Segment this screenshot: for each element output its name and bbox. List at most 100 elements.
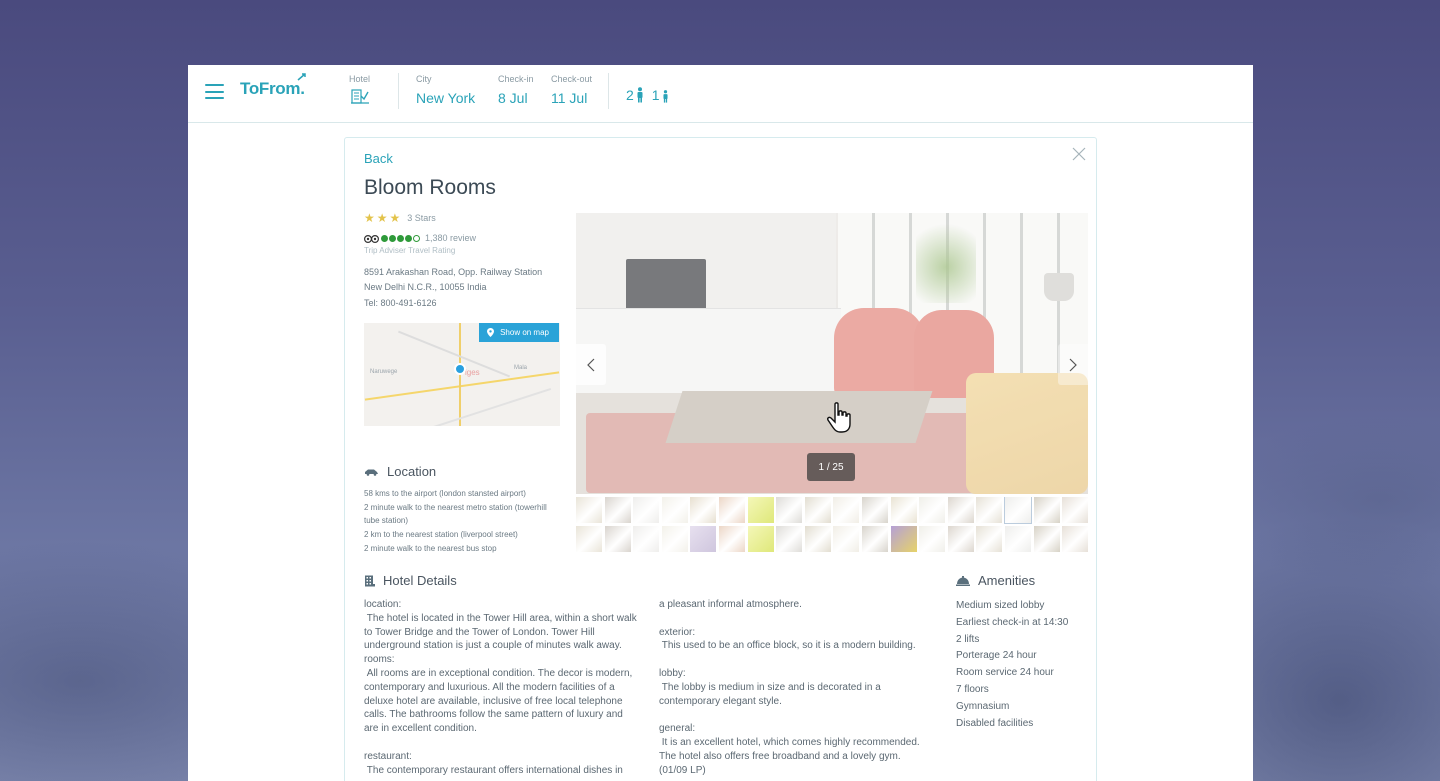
gallery-thumbnail[interactable] [833,526,860,552]
gallery-thumbnail[interactable] [604,497,631,523]
star-icon: ★ [376,211,388,225]
checkout-label: Check-out [551,74,593,84]
hotel-type-selector[interactable]: Hotel [349,74,370,109]
location-heading: Location [364,464,436,479]
stars-label: 3 Stars [407,213,436,223]
review-count[interactable]: 1,380 review [425,233,476,243]
photo-gallery[interactable]: 1 / 25 [576,213,1088,494]
location-title: Location [387,464,437,479]
hotel-details-heading: Hotel Details [364,573,457,588]
gallery-thumbnail[interactable] [1003,497,1032,524]
gallery-thumbnail[interactable] [661,497,688,523]
map-pin-icon [487,328,495,337]
gallery-thumbnail[interactable] [976,526,1003,552]
gallery-next-button[interactable] [1058,344,1088,385]
guests-selector[interactable]: 2 1 [626,87,669,103]
gallery-prev-button[interactable] [576,344,606,385]
map-road [426,387,552,426]
gallery-thumbnail[interactable] [776,497,803,523]
gallery-thumbnail[interactable] [947,497,974,523]
hotel-name: Bloom Rooms [364,176,496,199]
list-item: Gymnasium [956,700,1010,712]
star-icon: ★ [389,211,401,225]
child-icon [663,89,668,103]
gallery-thumbnail[interactable] [804,526,831,552]
gallery-thumbnail[interactable] [661,526,688,552]
city-field[interactable]: City New York [416,74,475,106]
gallery-thumbnail[interactable] [804,497,831,523]
photo-overlay [576,213,1088,494]
gallery-thumbnail[interactable] [833,497,860,523]
gallery-thumbnail[interactable] [861,526,888,552]
checkout-field[interactable]: Check-out 11 Jul [551,74,592,106]
list-item: Porterage 24 hour [956,650,1037,662]
plane-logo-icon [297,73,306,81]
header-divider [398,73,399,109]
back-link[interactable]: Back [364,151,393,166]
building-icon [365,575,375,586]
gallery-thumbnail[interactable] [633,497,660,523]
hand-cursor-icon [827,402,851,433]
gallery-thumbnail[interactable] [633,526,660,552]
gallery-thumbnail[interactable] [890,526,917,552]
gallery-thumbnail[interactable] [604,526,631,552]
gallery-thumbnail[interactable] [747,526,774,552]
list-item: 2 lifts [956,633,980,645]
list-item: 2 minute walk to the nearest metro stati… [364,502,547,526]
list-item: 58 kms to the airport (london stansted a… [364,489,526,498]
gallery-thumbnail[interactable] [947,526,974,552]
map-preview[interactable]: Naruwege Mala iges Show on map [364,323,560,426]
hotel-details-title: Hotel Details [383,573,457,588]
gallery-thumbnail[interactable] [576,497,602,523]
logo[interactable]: ToFrom. [240,79,305,99]
gallery-thumbnail[interactable] [919,497,946,523]
gallery-thumbnail[interactable] [861,497,888,523]
gallery-thumbnail[interactable] [1062,497,1088,523]
checkin-value: 8 Jul [498,90,528,106]
checkout-value: 11 Jul [551,90,588,106]
gallery-thumbnail[interactable] [890,497,917,523]
tripadvisor-owl-icon [364,234,379,243]
city-value: New York [416,90,476,106]
children-count: 1 [651,87,660,103]
gallery-thumbnail[interactable] [576,526,602,552]
gallery-thumbnail[interactable] [718,497,745,523]
app-window: ToFrom. Hotel City New York Check-in 8 J… [188,65,1253,781]
map-place-label: Mala [514,365,528,371]
gallery-thumbnail[interactable] [1004,526,1031,552]
gallery-thumbnail[interactable] [690,497,717,523]
gallery-thumbnail[interactable] [776,526,803,552]
hotel-details-text: a pleasant informal atmosphere. exterior… [659,599,920,776]
menu-icon[interactable] [205,84,224,99]
gallery-thumbnail[interactable] [919,526,946,552]
chevron-left-icon [587,358,595,371]
show-on-map-button[interactable]: Show on map [479,323,559,342]
checkin-field[interactable]: Check-in 8 Jul [498,74,534,106]
gallery-thumbnail[interactable] [718,526,745,552]
service-bell-icon [956,575,970,586]
gallery-thumbnail[interactable] [747,497,774,523]
hotel-details-text: location: The hotel is located in the To… [364,599,637,776]
tripadvisor-caption: Trip Adviser Travel Rating [364,246,456,255]
list-item: 2 minute walk to the nearest bus stop [364,543,497,553]
close-icon[interactable] [1072,147,1086,161]
gallery-thumbnail[interactable] [1062,526,1088,552]
star-icon: ★ [364,211,375,225]
map-place-label: Naruwege [370,369,398,375]
list-item: Earliest check-in at 14:30 [956,616,1069,628]
top-bar: ToFrom. Hotel City New York Check-in 8 J… [188,65,1253,123]
amenities-heading: Amenities [956,573,1035,588]
list-item: Room service 24 hour [956,667,1054,679]
gallery-thumbnail[interactable] [1033,526,1060,552]
city-label: City [416,74,432,84]
hotel-icon [351,89,369,104]
map-place-label: iges [465,368,480,377]
adults-count: 2 [626,87,634,103]
hotel-address: 8591 Arakashan Road, Opp. Railway Statio… [364,267,543,292]
car-icon [365,469,378,476]
gallery-thumbnail[interactable] [1033,497,1060,523]
gallery-thumbnail[interactable] [690,526,717,552]
hotel-phone: Tel: 800-491-6126 [364,298,437,308]
location-list: 58 kms to the airport (london stansted a… [364,487,564,556]
gallery-thumbnail[interactable] [976,497,1003,523]
